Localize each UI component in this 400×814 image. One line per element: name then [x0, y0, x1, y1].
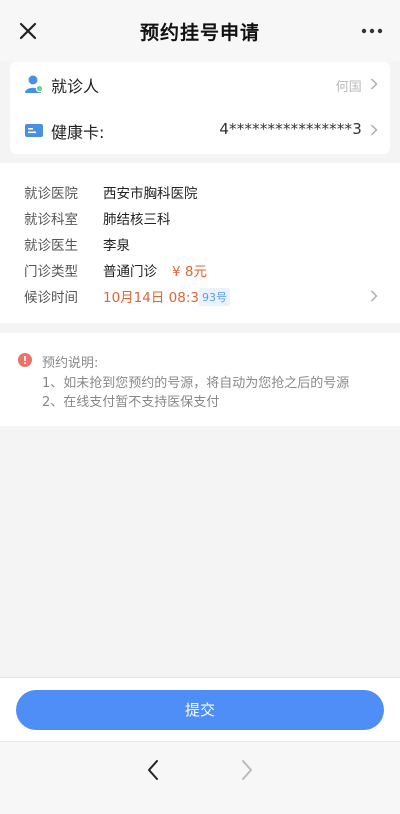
- card-icon: [25, 124, 43, 137]
- queue-number-badge: 93号: [199, 288, 230, 306]
- submit-button[interactable]: 提交: [16, 690, 384, 730]
- chevron-right-icon: [371, 290, 378, 302]
- patient-card: 就诊人 何国 健康卡: 4****************3: [10, 62, 390, 154]
- hospital-value: 西安市胸科医院: [103, 186, 198, 202]
- department-row: 就诊科室 肺结核三科: [0, 205, 400, 229]
- notes-line-1: 1、如未抢到您预约的号源，将自动为您抢之后的号源: [42, 376, 350, 391]
- footer: 提交: [0, 677, 400, 741]
- doctor-label: 就诊医生: [24, 238, 78, 254]
- notes-title: 预约说明:: [42, 356, 99, 371]
- top-bar: 预约挂号申请: [0, 0, 400, 62]
- chevron-right-icon: [371, 124, 378, 136]
- health-card-number: 4****************3: [219, 120, 362, 138]
- patient-label: 就诊人: [51, 77, 100, 96]
- wait-time-label: 候诊时间: [24, 290, 78, 306]
- doctor-value: 李泉: [103, 238, 130, 254]
- patient-row[interactable]: 就诊人 何国: [10, 62, 390, 106]
- back-icon[interactable]: [146, 759, 160, 781]
- clinic-type-label: 门诊类型: [24, 264, 78, 280]
- forward-icon[interactable]: [240, 759, 254, 781]
- wait-time-row[interactable]: 候诊时间 10月14日 08:31 93号: [0, 283, 400, 307]
- clinic-type-value: 普通门诊: [103, 264, 157, 280]
- user-icon: [25, 75, 44, 93]
- appointment-info: 就诊医院 西安市胸科医院 就诊科室 肺结核三科 就诊医生 李泉 门诊类型 普通门…: [0, 163, 400, 323]
- clinic-price: ¥ 8元: [172, 264, 207, 280]
- info-icon: [18, 353, 32, 367]
- browser-nav-bar: [0, 741, 400, 814]
- department-value: 肺结核三科: [103, 212, 171, 228]
- department-label: 就诊科室: [24, 212, 78, 228]
- hospital-row: 就诊医院 西安市胸科医院: [0, 179, 400, 203]
- doctor-row: 就诊医生 李泉: [0, 231, 400, 255]
- wait-time-value: 10月14日 08:31: [103, 290, 208, 306]
- appointment-notes: 预约说明: 1、如未抢到您预约的号源，将自动为您抢之后的号源 2、在线支付暂不支…: [0, 333, 400, 426]
- chevron-right-icon: [371, 78, 378, 90]
- health-card-label: 健康卡:: [51, 123, 105, 142]
- clinic-type-row: 门诊类型 普通门诊 ¥ 8元: [0, 257, 400, 281]
- page-title: 预约挂号申请: [139, 22, 260, 44]
- hospital-label: 就诊医院: [24, 186, 78, 202]
- more-icon[interactable]: [360, 20, 384, 42]
- health-card-row[interactable]: 健康卡: 4****************3: [10, 108, 390, 152]
- patient-name: 何国: [335, 80, 362, 95]
- notes-line-2: 2、在线支付暂不支持医保支付: [42, 395, 220, 410]
